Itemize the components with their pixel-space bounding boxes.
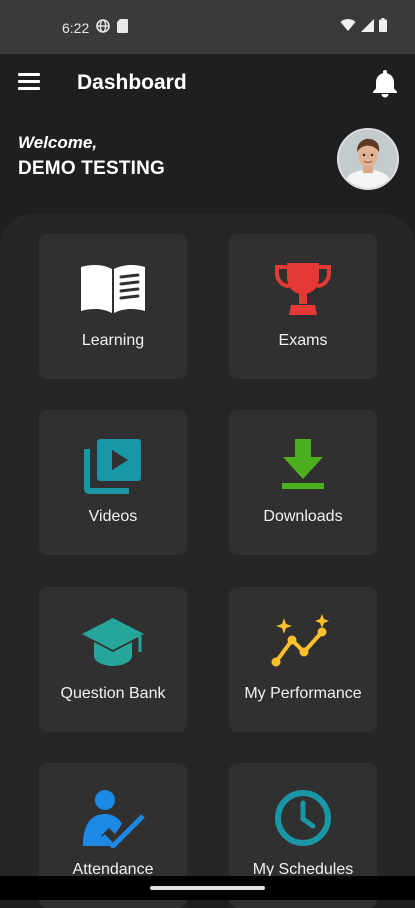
tile-label: My Performance [244, 685, 362, 702]
status-bar: 6:22 [0, 0, 415, 54]
app-bar: Dashboard [0, 54, 415, 116]
signal-icon [361, 18, 374, 37]
welcome-label: Welcome, [18, 133, 98, 152]
status-right [340, 18, 387, 37]
tile-label: Videos [88, 508, 138, 525]
avatar[interactable] [337, 128, 399, 190]
graduation-cap-icon [78, 612, 148, 672]
video-library-icon [78, 435, 148, 495]
page-title: Dashboard [77, 71, 187, 94]
wifi-icon [340, 18, 356, 37]
status-left: 6:22 [62, 19, 129, 36]
tile-label: Learning [81, 332, 145, 349]
download-icon [268, 435, 338, 495]
status-time: 6:22 [62, 19, 90, 36]
vpn-globe-icon [96, 19, 111, 36]
sd-card-icon [117, 19, 129, 36]
battery-icon [379, 18, 387, 37]
tile-exams[interactable]: Exams [229, 234, 377, 379]
performance-chart-icon [268, 612, 338, 672]
user-name: DEMO TESTING [18, 158, 166, 179]
system-nav-bar [0, 876, 415, 900]
attendance-person-check-icon [78, 788, 148, 848]
tile-label: Question Bank [60, 685, 166, 702]
tile-learning[interactable]: Learning [39, 234, 187, 379]
tile-label: Downloads [263, 508, 343, 525]
tile-question-bank[interactable]: Question Bank [39, 587, 187, 732]
trophy-icon [268, 259, 338, 319]
tile-label: Exams [278, 332, 328, 349]
home-indicator[interactable] [150, 886, 265, 890]
bell-icon[interactable] [371, 68, 399, 98]
tile-downloads[interactable]: Downloads [229, 410, 377, 555]
tile-my-performance[interactable]: My Performance [229, 587, 377, 732]
clock-icon [268, 788, 338, 848]
tile-videos[interactable]: Videos [39, 410, 187, 555]
book-icon [78, 259, 148, 319]
hamburger-menu-icon[interactable] [18, 73, 40, 95]
